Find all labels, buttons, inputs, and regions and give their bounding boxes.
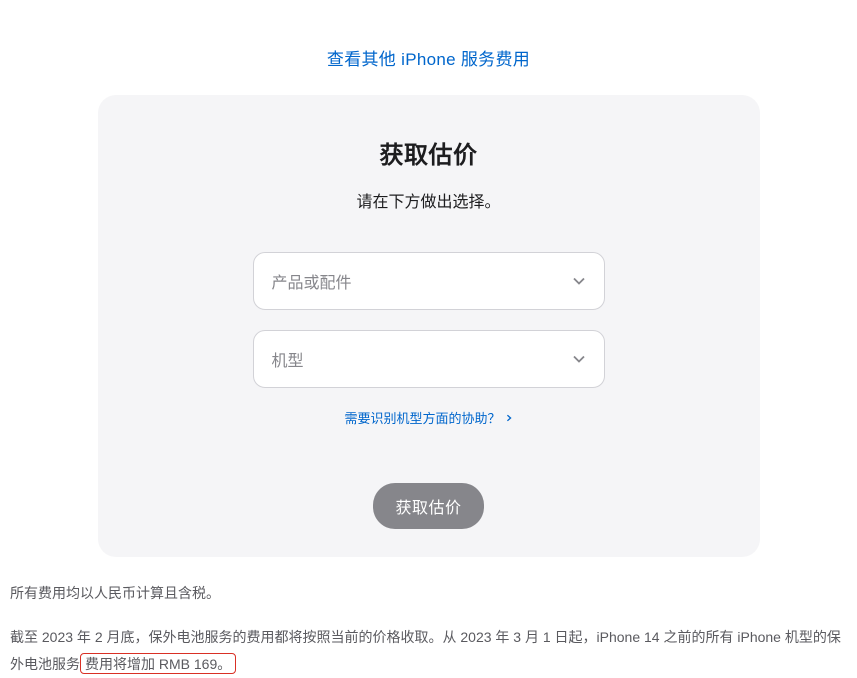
- estimate-card: 获取估价 请在下方做出选择。 产品或配件 机型 需要识别机型方面的协助？ 获取估…: [98, 95, 760, 557]
- product-select-label: 产品或配件: [272, 269, 572, 293]
- footer-price-highlight: 费用将增加 RMB 169。: [80, 653, 236, 674]
- button-row: 获取估价: [98, 428, 760, 529]
- footer-price-note: 截至 2023 年 2 月底，保外电池服务的费用都将按照当前的价格收取。从 20…: [10, 624, 847, 677]
- card-subtitle: 请在下方做出选择。: [98, 188, 760, 212]
- chevron-right-icon: [505, 414, 513, 422]
- chevron-down-icon: [572, 274, 586, 288]
- product-select[interactable]: 产品或配件: [253, 252, 605, 310]
- footer-text: 所有费用均以人民币计算且含税。 截至 2023 年 2 月底，保外电池服务的费用…: [0, 572, 857, 678]
- identify-model-help-link[interactable]: 需要识别机型方面的协助？: [344, 408, 512, 427]
- model-select[interactable]: 机型: [253, 330, 605, 388]
- get-estimate-button[interactable]: 获取估价: [373, 483, 483, 529]
- view-other-fees-link[interactable]: 查看其他 iPhone 服务费用: [327, 50, 530, 69]
- help-link-label: 需要识别机型方面的协助？: [344, 408, 500, 427]
- model-select-label: 机型: [272, 347, 572, 371]
- top-link-container: 查看其他 iPhone 服务费用: [0, 0, 857, 95]
- chevron-down-icon: [572, 352, 586, 366]
- footer-tax-note: 所有费用均以人民币计算且含税。: [10, 582, 847, 604]
- card-title: 获取估价: [98, 135, 760, 170]
